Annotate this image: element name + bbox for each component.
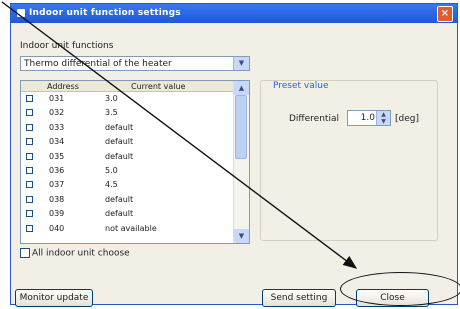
title-bar: Indoor unit function settings × bbox=[11, 4, 457, 23]
row-current-value: default bbox=[105, 209, 134, 219]
table-row[interactable]: 034 default bbox=[21, 135, 233, 149]
row-address: 038 bbox=[49, 194, 65, 204]
header-current-value[interactable]: Current value bbox=[131, 82, 185, 91]
table-row[interactable]: 036 5.0 bbox=[21, 164, 233, 178]
highlight-ellipse bbox=[340, 272, 460, 306]
row-address: 031 bbox=[49, 94, 65, 103]
table-row[interactable]: 033 default bbox=[21, 121, 233, 135]
preset-value-group: Preset value Differential 1.0 ▲ ▼ [deg] bbox=[260, 80, 438, 241]
table-row[interactable]: 040 not available bbox=[21, 222, 233, 236]
table-row[interactable]: 039 default bbox=[21, 207, 233, 221]
row-address: 032 bbox=[49, 108, 65, 118]
differential-unit: [deg] bbox=[395, 114, 419, 124]
all-choose-label: All indoor unit choose bbox=[32, 248, 130, 259]
table-row[interactable]: 035 default bbox=[21, 150, 233, 164]
row-current-value: default bbox=[105, 137, 134, 147]
scroll-up-icon[interactable]: ▲ bbox=[234, 81, 249, 95]
row-checkbox[interactable] bbox=[26, 95, 33, 102]
row-current-value: default bbox=[105, 151, 134, 161]
row-checkbox[interactable] bbox=[26, 224, 33, 232]
row-checkbox[interactable] bbox=[26, 210, 33, 218]
header-address[interactable]: Address bbox=[47, 82, 79, 91]
differential-label: Differential bbox=[289, 114, 339, 124]
row-current-value: 4.5 bbox=[105, 180, 118, 190]
row-checkbox[interactable] bbox=[26, 152, 33, 160]
table-row[interactable]: 032 3.5 bbox=[21, 106, 233, 120]
close-window-button[interactable]: × bbox=[437, 6, 453, 22]
table-row[interactable]: 038 default bbox=[21, 193, 233, 207]
indoor-unit-list: Address Current value 031 3.0 032 3.5 033 def… bbox=[20, 80, 250, 244]
row-checkbox[interactable] bbox=[26, 123, 33, 131]
row-checkbox[interactable] bbox=[26, 109, 33, 117]
row-address: 036 bbox=[49, 166, 65, 175]
all-indoor-unit-choose[interactable]: All indoor unit choose bbox=[20, 248, 130, 259]
scroll-thumb[interactable] bbox=[235, 95, 247, 159]
row-address: 034 bbox=[49, 137, 65, 147]
row-checkbox[interactable] bbox=[26, 138, 33, 146]
list-header: Address Current value bbox=[21, 81, 233, 92]
differential-value[interactable]: 1.0 bbox=[361, 113, 375, 123]
row-current-value: 3.0 bbox=[105, 94, 118, 103]
window-title: Indoor unit function settings bbox=[29, 8, 181, 18]
send-setting-button[interactable]: Send setting bbox=[262, 289, 336, 307]
row-address: 039 bbox=[49, 209, 65, 219]
stepper-arrows-icon[interactable]: ▲ ▼ bbox=[376, 111, 390, 125]
functions-group-label: Indoor unit functions bbox=[20, 41, 114, 51]
preset-group-label: Preset value bbox=[271, 81, 331, 91]
table-row[interactable]: 037 4.5 bbox=[21, 178, 233, 192]
row-current-value: not available bbox=[105, 223, 157, 233]
row-address: 040 bbox=[49, 223, 65, 233]
function-dropdown-value: Thermo differential of the heater bbox=[24, 59, 172, 69]
row-current-value: default bbox=[105, 122, 134, 132]
table-row[interactable]: 031 3.0 bbox=[21, 92, 233, 106]
stepper-down-icon[interactable]: ▼ bbox=[381, 118, 386, 125]
row-current-value: 5.0 bbox=[105, 166, 118, 175]
app-icon bbox=[17, 9, 25, 17]
row-current-value: 3.5 bbox=[105, 108, 118, 118]
row-checkbox[interactable] bbox=[26, 167, 33, 174]
row-checkbox[interactable] bbox=[26, 181, 33, 189]
row-address: 037 bbox=[49, 180, 65, 190]
monitor-update-button[interactable]: Monitor update bbox=[15, 289, 93, 307]
row-checkbox[interactable] bbox=[26, 195, 33, 203]
row-address: 035 bbox=[49, 151, 65, 161]
scroll-down-icon[interactable]: ▼ bbox=[234, 229, 249, 243]
list-scrollbar[interactable]: ▲ ▼ bbox=[233, 81, 249, 243]
chevron-down-icon[interactable]: ▼ bbox=[233, 57, 249, 70]
all-choose-checkbox[interactable] bbox=[20, 248, 30, 258]
function-dropdown[interactable]: Thermo differential of the heater ▼ bbox=[20, 56, 250, 71]
row-address: 033 bbox=[49, 122, 65, 132]
row-current-value: default bbox=[105, 194, 134, 204]
differential-stepper[interactable]: 1.0 ▲ ▼ bbox=[347, 110, 391, 126]
stepper-up-icon[interactable]: ▲ bbox=[381, 111, 386, 118]
